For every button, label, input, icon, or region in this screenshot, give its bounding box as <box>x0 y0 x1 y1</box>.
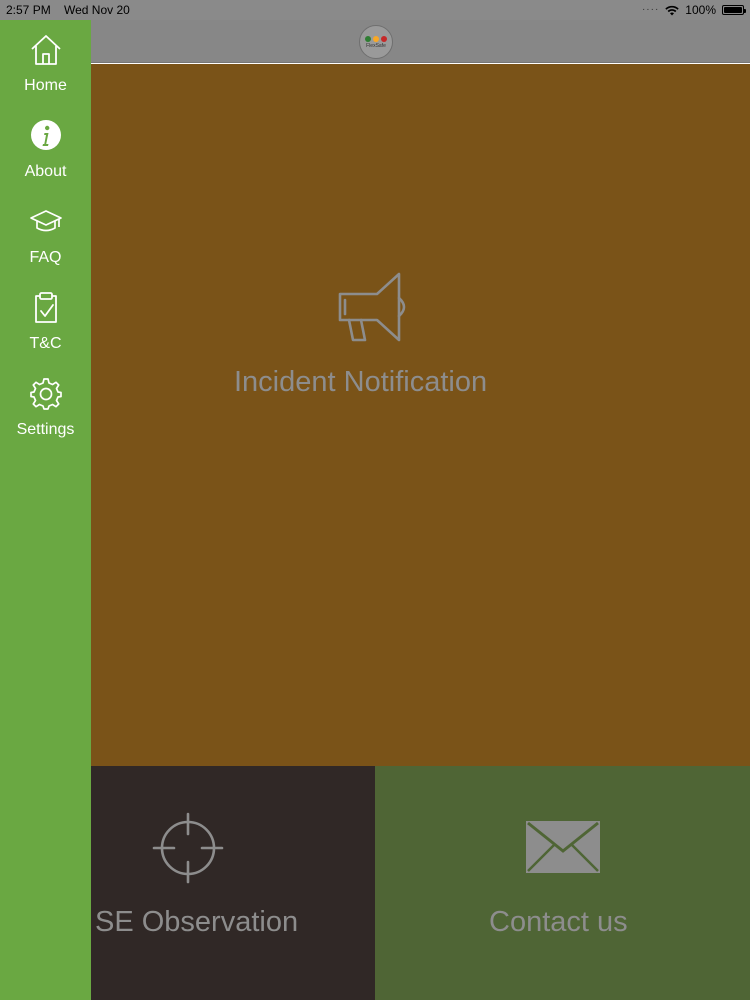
gear-icon <box>30 378 62 410</box>
sidebar-item-settings[interactable]: Settings <box>0 377 91 457</box>
sidebar-item-faq[interactable]: FAQ <box>0 205 91 285</box>
battery-percent: 100% <box>685 3 716 17</box>
sidebar-item-label: Home <box>24 77 67 94</box>
sidebar-menu: Home About FAQ T&C Settings <box>0 20 91 1000</box>
logo-dot <box>373 35 379 42</box>
status-date: Wed Nov 20 <box>64 3 130 17</box>
sidebar-item-tc[interactable]: T&C <box>0 291 91 371</box>
app-logo: FlexSafe <box>359 25 393 59</box>
incident-notification-label: Incident Notification <box>234 366 488 398</box>
se-observation-label: SE Observation <box>95 906 299 938</box>
sidebar-item-label: T&C <box>29 335 62 352</box>
sidebar-item-label: About <box>24 163 67 180</box>
logo-dot <box>365 35 371 42</box>
megaphone-icon <box>338 272 406 342</box>
incident-notification-tile[interactable]: Incident Notification <box>0 64 750 766</box>
sidebar-item-about[interactable]: About <box>0 119 91 199</box>
sidebar-item-label: Settings <box>16 421 75 438</box>
info-icon <box>31 120 61 150</box>
app-screen: 2:57 PM Wed Nov 20 ···· 100% FlexSafe In… <box>0 0 750 1000</box>
logo-dots <box>365 35 387 42</box>
crosshair-icon <box>152 812 224 884</box>
envelope-icon <box>526 821 600 873</box>
status-right: ···· 100% <box>641 0 746 20</box>
signal-dots: ···· <box>641 4 660 15</box>
home-icon <box>31 35 61 65</box>
status-time: 2:57 PM <box>6 3 51 17</box>
clipboard-check-icon <box>35 292 57 323</box>
graduation-cap-icon <box>30 210 62 232</box>
contact-us-tile[interactable]: Contact us <box>375 766 750 1000</box>
contact-us-label: Contact us <box>489 906 628 938</box>
sidebar-item-home[interactable]: Home <box>0 33 91 113</box>
status-bar: 2:57 PM Wed Nov 20 ···· 100% <box>0 0 750 20</box>
top-nav-bar: FlexSafe <box>0 20 750 63</box>
logo-dot <box>381 35 387 42</box>
sidebar-item-label: FAQ <box>29 249 62 266</box>
logo-text: FlexSafe <box>366 42 386 49</box>
battery-icon <box>722 5 746 15</box>
wifi-icon <box>665 5 679 15</box>
